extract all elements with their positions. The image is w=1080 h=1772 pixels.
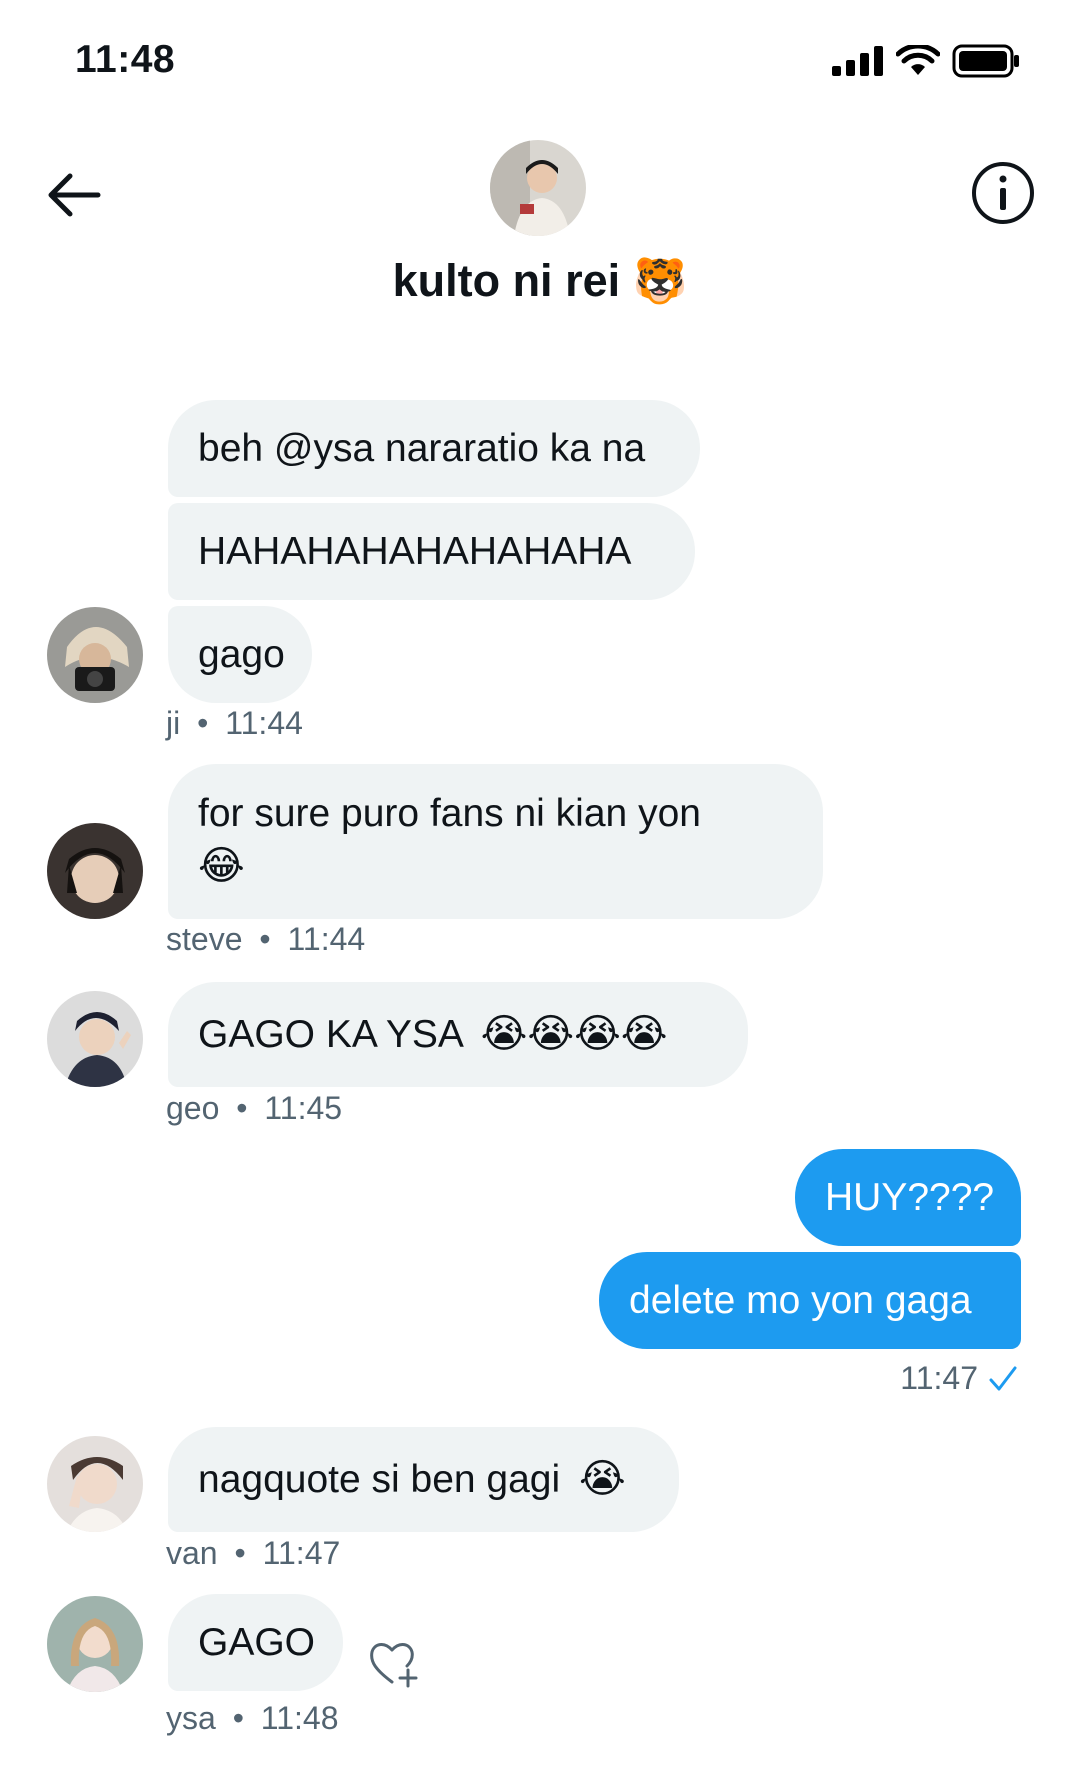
message-time: 11:47 (262, 1535, 341, 1571)
signal-icon (832, 46, 883, 76)
react-heart-plus-icon[interactable] (368, 1638, 420, 1688)
message-bubble-outgoing[interactable]: delete mo yon gaga (599, 1252, 1021, 1349)
wifi-icon (896, 45, 940, 75)
message-text: beh @ysa nararatio ka na (198, 427, 646, 470)
message-text: HUY???? (825, 1176, 995, 1219)
avatar-van[interactable] (47, 1436, 143, 1532)
battery-icon (952, 44, 1019, 78)
back-arrow-icon[interactable] (40, 160, 110, 230)
message-bubble-outgoing[interactable]: HUY???? (795, 1149, 1021, 1246)
message-bubble[interactable]: GAGO KA YSA 😭😭😭😭 (168, 982, 748, 1087)
message-bubble[interactable]: beh @ysa nararatio ka na (168, 400, 700, 497)
conversation-title: kulto ni rei 🐯 (0, 255, 1080, 307)
message-time: 11:48 (260, 1700, 339, 1736)
message-bubble[interactable]: gago (168, 606, 312, 703)
sender-name[interactable]: geo (166, 1090, 219, 1126)
message-time: 11:45 (264, 1090, 343, 1126)
message-meta: van • 11:47 (166, 1535, 340, 1572)
avatar-steve[interactable] (47, 823, 143, 919)
message-meta: ysa • 11:48 (166, 1700, 338, 1737)
meta-separator: • (236, 1090, 248, 1126)
crying-emoji: 😭 (578, 1457, 626, 1501)
conversation-title-text: kulto ni rei (392, 255, 621, 306)
message-text: gago (198, 633, 285, 676)
message-time: 11:47 (900, 1360, 978, 1396)
message-meta-outgoing: 11:47 (900, 1360, 1018, 1397)
meta-separator: • (197, 705, 209, 741)
sender-name[interactable]: ji (166, 705, 180, 741)
tiger-emoji: 🐯 (632, 257, 688, 306)
status-icons (832, 44, 1020, 78)
message-meta: ji • 11:44 (166, 705, 303, 742)
message-text: delete mo yon gaga (629, 1279, 972, 1322)
sender-name[interactable]: ysa (166, 1700, 216, 1736)
message-text: for sure puro fans ni kian yon (198, 792, 701, 835)
message-time: 11:44 (225, 705, 303, 741)
message-text: GAGO KA YSA (198, 1013, 462, 1056)
info-icon[interactable] (968, 158, 1038, 228)
message-bubble[interactable]: nagquote si ben gagi 😭 (168, 1427, 679, 1532)
message-bubble[interactable]: GAGO (168, 1594, 343, 1691)
message-meta: steve • 11:44 (166, 921, 365, 958)
message-text: HAHAHAHAHAHAHAHA (198, 530, 632, 573)
meta-separator: • (234, 1535, 246, 1571)
meta-separator: • (259, 921, 271, 957)
avatar-ysa[interactable] (47, 1596, 143, 1692)
sender-name[interactable]: steve (166, 921, 242, 957)
sender-name[interactable]: van (166, 1535, 218, 1571)
group-avatar[interactable] (490, 140, 586, 236)
crying-emoji: 😭😭😭😭 (480, 1012, 668, 1056)
message-text: nagquote si ben gagi (198, 1458, 561, 1501)
meta-separator: • (232, 1700, 244, 1736)
laughing-emoji: 😂 (198, 844, 245, 888)
sent-check-icon (989, 1366, 1017, 1390)
message-meta: geo • 11:45 (166, 1090, 342, 1127)
status-time: 11:48 (75, 38, 176, 81)
avatar-ji[interactable] (47, 607, 143, 703)
message-time: 11:44 (287, 921, 366, 957)
message-text: GAGO (198, 1621, 316, 1664)
avatar-geo[interactable] (47, 991, 143, 1087)
message-bubble[interactable]: HAHAHAHAHAHAHAHA (168, 503, 695, 600)
message-bubble[interactable]: for sure puro fans ni kian yon 😂 (168, 764, 823, 919)
